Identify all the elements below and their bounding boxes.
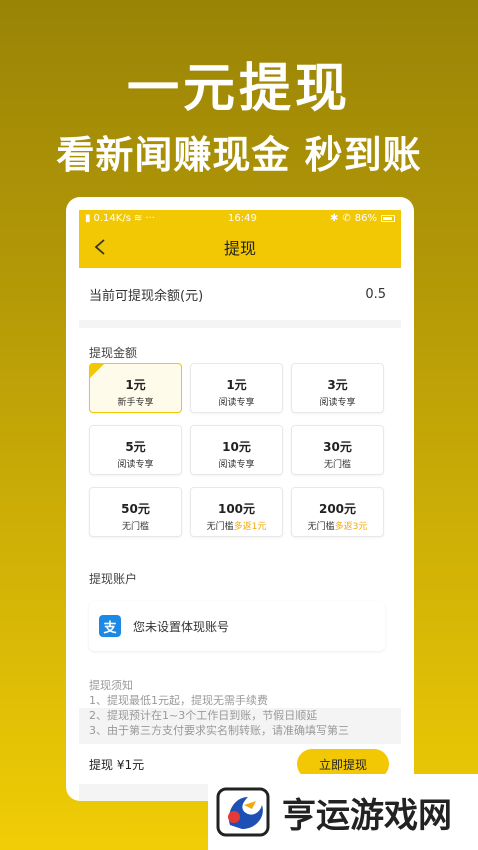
balance-value: 0.5 — [365, 286, 386, 302]
withdraw-screen: 当前可提现余额(元) 0.5 提现金额 1元 新手专享 1元 阅读专享 3元 阅… — [79, 268, 401, 801]
status-bar: ▮ 0.14K/s ≋ ··· 16:49 ✱ ✆ 86% — [79, 210, 401, 226]
withdraw-notice: 提现须知 1、提现最低1元起，提现无需手续费 2、提现预计在1~3个工作日到账，… — [89, 678, 394, 738]
balance-label: 当前可提现余额(元) — [89, 288, 204, 304]
selected-corner-badge — [90, 364, 104, 378]
amount-section: 提现金额 1元 新手专享 1元 阅读专享 3元 阅读专享 5元 阅读专享 10元… — [79, 328, 401, 708]
battery-icon — [380, 214, 395, 222]
balance-row: 当前可提现余额(元) 0.5 — [79, 268, 401, 320]
nav-bar: 提现 — [79, 226, 401, 268]
alipay-icon: 支 — [99, 615, 121, 637]
page-title: 提现 — [223, 239, 256, 258]
withdraw-summary: 提现 ¥1元 — [89, 757, 145, 772]
watermark: 亨运游戏网 — [208, 774, 478, 850]
more-dots: ··· — [145, 212, 155, 224]
amount-option-6[interactable]: 30元 无门槛 — [291, 425, 384, 475]
notice-line: 2、提现预计在1~3个工作日到账，节假日顺延 — [89, 709, 318, 722]
hero-subtitle: 看新闻赚现金 秒到账 — [56, 133, 422, 177]
phone-frame: ▮ 0.14K/s ≋ ··· 16:49 ✱ ✆ 86% 提现 当前可提现余额… — [66, 197, 414, 801]
network-speed: 0.14K/s — [93, 212, 131, 224]
amount-option-5[interactable]: 10元 阅读专享 — [190, 425, 283, 475]
amount-option-1[interactable]: 1元 新手专享 — [89, 363, 182, 413]
back-chevron-icon[interactable] — [93, 238, 107, 256]
amount-option-7[interactable]: 50元 无门槛 — [89, 487, 182, 537]
amount-option-2[interactable]: 1元 阅读专享 — [190, 363, 283, 413]
amount-option-9[interactable]: 200元 无门槛多返3元 — [291, 487, 384, 537]
bluetooth-icon: ✱ — [329, 212, 339, 224]
account-text: 您未设置体现账号 — [133, 619, 230, 634]
account-section-label: 提现账户 — [89, 572, 138, 586]
status-time: 16:49 — [228, 212, 257, 224]
notice-title: 提现须知 — [89, 679, 133, 692]
amount-option-3[interactable]: 3元 阅读专享 — [291, 363, 384, 413]
hero-title: 一元提现 — [126, 59, 351, 119]
battery-percent: 86% — [354, 212, 377, 224]
signal-icon: ▮ — [85, 212, 91, 224]
amount-option-8[interactable]: 100元 无门槛多返1元 — [190, 487, 283, 537]
call-icon: ✆ — [342, 212, 351, 224]
notice-line: 1、提现最低1元起，提现无需手续费 — [89, 694, 268, 707]
watermark-text: 亨运游戏网 — [282, 795, 452, 836]
withdraw-account-selector[interactable]: 支 您未设置体现账号 — [89, 601, 385, 651]
notice-line: 3、由于第三方支付要求实名制转账，请准确填写第三 — [89, 724, 349, 737]
amount-section-label: 提现金额 — [89, 346, 138, 360]
dragon-logo-icon — [216, 787, 270, 837]
amount-option-4[interactable]: 5元 阅读专享 — [89, 425, 182, 475]
wifi-icon: ≋ — [133, 212, 143, 224]
